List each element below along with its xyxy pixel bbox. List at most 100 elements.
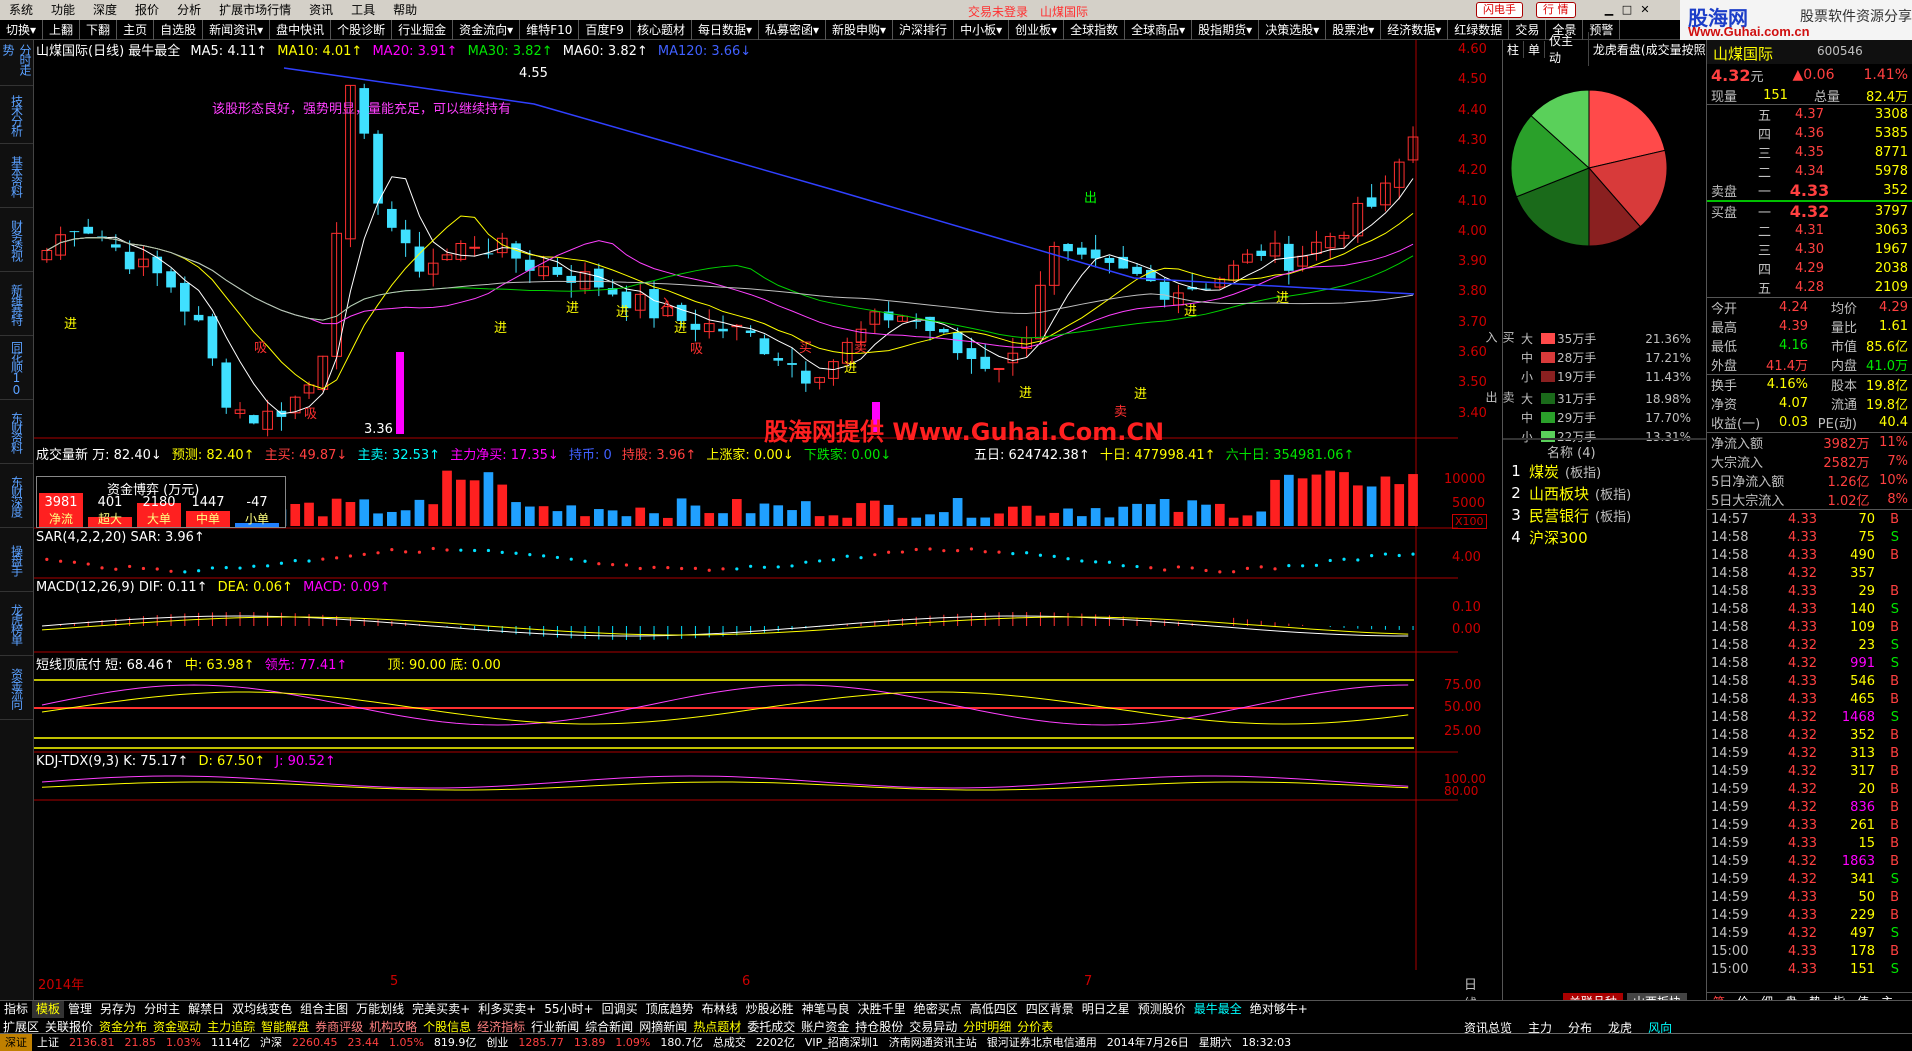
toolbar-button-0[interactable]: 切换▾ [0, 19, 44, 40]
extension-tab-17[interactable]: 交易异动 [906, 1020, 960, 1034]
left-tab-8[interactable]: 操盘手 [0, 528, 33, 592]
market-button[interactable]: 行 情 [1536, 2, 1576, 18]
extension-tab-16[interactable]: 持仓股份 [852, 1020, 906, 1034]
toolbar-button-11[interactable]: 百度F9 [579, 19, 631, 40]
template-tab-24[interactable]: 绝对够牛+ [1246, 1001, 1312, 1018]
left-tab-5[interactable]: 同花顺10 [0, 336, 33, 400]
extension-tab-5[interactable]: 智能解盘 [258, 1020, 312, 1034]
template-tab-5[interactable]: 解禁日 [184, 1001, 228, 1018]
template-tab-18[interactable]: 绝密买点 [910, 1001, 966, 1018]
template-tab-15[interactable]: 炒股必胜 [742, 1001, 798, 1018]
template-tab-11[interactable]: 55小时+ [540, 1001, 597, 1018]
template-tab-22[interactable]: 预测股价 [1134, 1001, 1190, 1018]
menu-tools[interactable]: 工具 [342, 0, 384, 20]
template-tab-20[interactable]: 四区背景 [1022, 1001, 1078, 1018]
extension-tab-15[interactable]: 账户资金 [798, 1020, 852, 1034]
left-tab-6[interactable]: 东财资料 [0, 400, 33, 464]
extension-tab-4[interactable]: 主力追踪 [204, 1020, 258, 1034]
template-tab-9[interactable]: 完美买卖+ [408, 1001, 474, 1018]
extension-tab-7[interactable]: 机构攻略 [366, 1020, 420, 1034]
toolbar-button-13[interactable]: 每日数据▾ [692, 19, 759, 40]
menu-system[interactable]: 系统 [0, 0, 42, 20]
template-tab-8[interactable]: 万能划线 [352, 1001, 408, 1018]
template-tab-6[interactable]: 双均线变色 [228, 1001, 296, 1018]
extension-tab-14[interactable]: 委托成交 [744, 1020, 798, 1034]
template-tab-0[interactable]: 指标 [0, 1001, 32, 1018]
menu-help[interactable]: 帮助 [384, 0, 426, 20]
left-tab-10[interactable]: 资金流向 [0, 656, 33, 720]
status-server-3[interactable]: 银河证券北京电信通用 [982, 1034, 1102, 1051]
template-tab-2[interactable]: 管理 [64, 1001, 96, 1018]
toolbar-button-24[interactable]: 经济数据▾ [1381, 19, 1449, 40]
left-tab-3[interactable]: 财务透视 [0, 208, 33, 272]
toolbar-button-10[interactable]: 维特F10 [520, 19, 580, 40]
template-tab-17[interactable]: 决胜千里 [854, 1001, 910, 1018]
toolbar-button-16[interactable]: 沪深排行 [893, 19, 955, 40]
toolbar-button-2[interactable]: 下翻 [80, 19, 118, 40]
toolbar-button-3[interactable]: 主页 [117, 19, 155, 40]
menu-extended[interactable]: 扩展市场行情 [210, 0, 300, 20]
toolbar-button-12[interactable]: 核心题材 [631, 19, 692, 40]
template-tab-14[interactable]: 布林线 [698, 1001, 742, 1018]
extension-tab-13[interactable]: 热点题材 [690, 1020, 744, 1034]
template-tab-16[interactable]: 神笔马良 [798, 1001, 854, 1018]
toolbar-button-20[interactable]: 全球商品▾ [1125, 19, 1193, 40]
left-tab-0[interactable]: 分时走势 [0, 40, 33, 86]
toolbar-button-4[interactable]: 自选股 [154, 19, 204, 40]
status-shenzhen[interactable]: 深证 [0, 1034, 32, 1051]
template-tab-23[interactable]: 最牛最全 [1190, 1001, 1246, 1018]
extension-tab-9[interactable]: 经济指标 [474, 1020, 528, 1034]
chart-area[interactable]: 进进进进进进进进进进出吸吸吸卖买卖入 山煤国际(日线) 最牛最全 MA5: 4.… [34, 40, 1487, 1012]
toolbar-button-5[interactable]: 新闻资讯▾ [203, 19, 271, 40]
toolbar-button-7[interactable]: 个股诊断 [331, 19, 393, 40]
template-tab-1[interactable]: 模板 [32, 1001, 65, 1018]
extension-tab-19[interactable]: 分价表 [1014, 1020, 1056, 1034]
extension-tab-1[interactable]: 关联报价 [42, 1020, 96, 1034]
template-tab-3[interactable]: 另存为 [96, 1001, 140, 1018]
maximize-icon[interactable]: □ [1618, 3, 1636, 16]
toolbar-button-1[interactable]: 上翻 [43, 19, 81, 40]
template-tab-13[interactable]: 顶底趋势 [642, 1001, 698, 1018]
sector-item[interactable]: 2 山西板块 (板指) [1503, 482, 1707, 504]
menu-depth[interactable]: 深度 [84, 0, 126, 20]
toolbar-button-19[interactable]: 全球指数 [1064, 19, 1126, 40]
extension-tab-2[interactable]: 资金分布 [96, 1020, 150, 1034]
mid-tab-active[interactable]: 仅主动 [1545, 32, 1589, 66]
menu-info[interactable]: 资讯 [300, 0, 342, 20]
template-tab-19[interactable]: 高低四区 [966, 1001, 1022, 1018]
template-tab-12[interactable]: 回调买 [598, 1001, 642, 1018]
toolbar-button-18[interactable]: 创业板▾ [1009, 19, 1065, 40]
left-tab-1[interactable]: 技术分析 [0, 86, 33, 144]
extension-tab-0[interactable]: 扩展区 [0, 1020, 42, 1034]
tick-list[interactable]: 14:57 4.33 70 B 14:58 4.33 75 S 14:58 4.33 490 B 14:… [1707, 510, 1912, 1030]
toolbar-button-21[interactable]: 股指期货▾ [1192, 19, 1260, 40]
menu-quote[interactable]: 报价 [126, 0, 168, 20]
extension-tab-18[interactable]: 分时明细 [960, 1020, 1014, 1034]
toolbar-button-6[interactable]: 盘中快讯 [270, 19, 332, 40]
close-icon[interactable]: ✕ [1636, 3, 1654, 16]
extension-tab-8[interactable]: 个股信息 [420, 1020, 474, 1034]
toolbar-button-22[interactable]: 决策选股▾ [1259, 19, 1327, 40]
flash-trade-button[interactable]: 闪电手 [1476, 2, 1523, 18]
login-status[interactable]: 交易未登录 [968, 3, 1028, 20]
toolbar-button-25[interactable]: 红绿数据 [1448, 19, 1510, 40]
menu-analysis[interactable]: 分析 [168, 0, 210, 20]
left-tab-9[interactable]: 龙虎榜单 [0, 592, 33, 656]
toolbar-button-14[interactable]: 私募密函▾ [759, 19, 827, 40]
status-server-2[interactable]: 济南网通资讯主站 [884, 1034, 982, 1051]
toolbar-button-26[interactable]: 交易 [1509, 19, 1547, 40]
left-tab-4[interactable]: 新维赛特 [0, 272, 33, 336]
toolbar-button-17[interactable]: 中小板▾ [954, 19, 1010, 40]
minimize-icon[interactable]: ▁ [1600, 3, 1618, 16]
sector-item[interactable]: 3 民营银行 (板指) [1503, 504, 1707, 526]
template-tab-10[interactable]: 利多买卖+ [474, 1001, 540, 1018]
sector-item[interactable]: 1 煤炭 (板指) [1503, 460, 1707, 482]
mid-tab-bar[interactable]: 柱 [1503, 40, 1525, 58]
toolbar-button-15[interactable]: 新股申购▾ [826, 19, 894, 40]
left-tab-2[interactable]: 基本资料 [0, 144, 33, 208]
template-tab-21[interactable]: 明日之星 [1078, 1001, 1134, 1018]
left-tab-7[interactable]: 东财深度 [0, 464, 33, 528]
extension-tab-3[interactable]: 资金驱动 [150, 1020, 204, 1034]
template-tab-7[interactable]: 组合主图 [296, 1001, 352, 1018]
extension-tab-11[interactable]: 综合新闻 [582, 1020, 636, 1034]
